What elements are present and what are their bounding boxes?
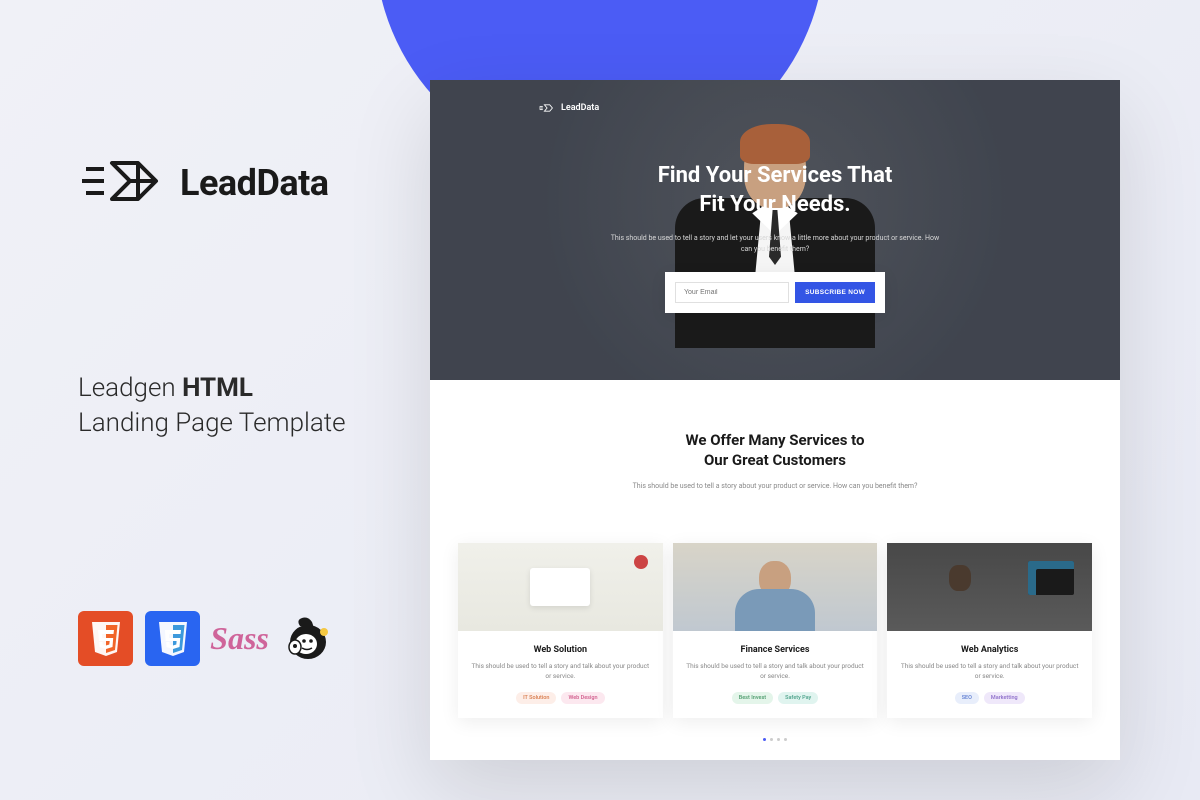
mailchimp-icon [279,611,334,666]
template-preview: LeadData Find Your Services That Fit You… [430,80,1120,760]
leaddata-logo-icon [78,155,166,211]
card-title: Finance Services [685,645,866,655]
preview-logo-text: LeadData [561,103,599,113]
brand-name: LeadData [180,162,329,204]
carousel-dot[interactable] [777,738,780,741]
subscribe-button[interactable]: SUBSCRIBE NOW [795,282,875,303]
tech-icons: Sass [78,611,388,666]
preview-logo[interactable]: LeadData [538,102,599,114]
hero-subtitle: This should be used to tell a story and … [430,233,1120,254]
card-tag[interactable]: Safety Pay [778,692,818,704]
card-tag[interactable]: IT Solution [516,692,556,704]
card-tag[interactable]: Web Design [561,692,604,704]
tagline-prefix: Leadgen [78,373,182,403]
left-panel: LeadData Leadgen HTML Landing Page Templ… [78,155,388,666]
card-desc: This should be used to tell a story and … [470,662,651,682]
service-cards: Web Solution This should be used to tell… [430,511,1120,718]
card-image [887,543,1092,631]
service-card[interactable]: Web Analytics This should be used to tel… [887,543,1092,718]
service-card[interactable]: Web Solution This should be used to tell… [458,543,663,718]
card-tag[interactable]: Marketting [984,692,1025,704]
carousel-dot[interactable] [784,738,787,741]
card-desc: This should be used to tell a story and … [685,662,866,682]
card-tag[interactable]: SEO [955,692,979,704]
hero-title: Find Your Services That Fit Your Needs. [430,80,1120,219]
card-image [673,543,878,631]
card-title: Web Solution [470,645,651,655]
brand: LeadData [78,155,388,211]
signup-form: SUBSCRIBE NOW [665,272,885,313]
card-image [458,543,663,631]
services-section: We Offer Many Services to Our Great Cust… [430,380,1120,511]
tagline-bold: HTML [182,373,253,403]
carousel-dot[interactable] [763,738,766,741]
services-subtitle: This should be used to tell a story abou… [460,481,1090,492]
html5-icon [78,611,133,666]
sass-icon: Sass [212,611,267,666]
tagline: Leadgen HTML Landing Page Template [78,371,388,441]
service-card[interactable]: Finance Services This should be used to … [673,543,878,718]
carousel-dot[interactable] [770,738,773,741]
card-tag[interactable]: Best Invest [732,692,773,704]
hero-section: LeadData Find Your Services That Fit You… [430,80,1120,380]
email-input[interactable] [675,282,789,303]
tagline-line2: Landing Page Template [78,408,346,438]
card-desc: This should be used to tell a story and … [899,662,1080,682]
card-title: Web Analytics [899,645,1080,655]
services-title: We Offer Many Services to Our Great Cust… [460,430,1090,471]
css3-icon [145,611,200,666]
carousel-dots [430,738,1120,741]
